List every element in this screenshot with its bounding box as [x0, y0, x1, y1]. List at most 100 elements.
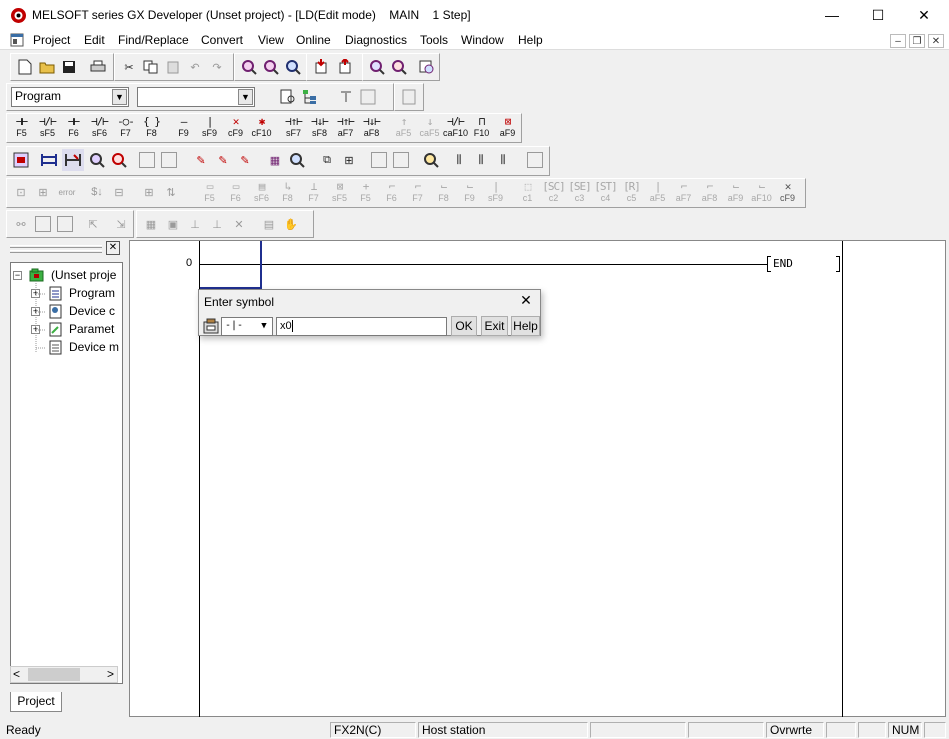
device-batch-button[interactable]: ▦ [264, 149, 286, 171]
sfc-transfer-button[interactable]: $↓ [86, 181, 108, 203]
expand-icon[interactable]: + [31, 325, 40, 334]
cut-button[interactable]: ✂ [118, 56, 140, 78]
sfc-key-f9[interactable]: ⌙ F9 [457, 180, 482, 205]
minimize-button[interactable]: — [809, 0, 855, 30]
maximize-button[interactable]: ☐ [855, 0, 901, 30]
sfc-jump-button[interactable]: ⊞ [32, 181, 54, 203]
sfc-key-c2[interactable]: [SC] c2 [541, 180, 566, 205]
sfc-insert-button[interactable]: ⊥ [184, 213, 206, 235]
ladder-key-af5[interactable]: ↑ aF5 [391, 115, 416, 140]
sfc-key-f7[interactable]: ⊥ F7 [301, 180, 326, 205]
monitor-start-button[interactable] [366, 56, 388, 78]
menu-convert[interactable]: Convert [201, 33, 243, 47]
mdi-restore-button[interactable]: ❐ [909, 34, 925, 48]
tree-item-program[interactable]: + Program [11, 285, 122, 303]
binoculars-button[interactable]: ⚯ [10, 213, 32, 235]
zoom-in-button[interactable] [368, 149, 390, 171]
ladder-key-cf10[interactable]: ✱ cF10 [249, 115, 274, 140]
ok-button[interactable]: OK [451, 316, 477, 336]
menu-diagnostics[interactable]: Diagnostics [345, 33, 407, 47]
sfc-key-af7[interactable]: ⌐ aF7 [671, 180, 696, 205]
cross-ref-list-button[interactable]: ⇲ [110, 213, 132, 235]
sfc-block-button[interactable]: ⊟ [108, 181, 130, 203]
data-type-select[interactable]: Program ▼ [11, 87, 129, 107]
new-file-button[interactable] [14, 56, 36, 78]
monitor-mode-button[interactable] [86, 149, 108, 171]
ladder-key-f7[interactable]: -○- F7 [113, 115, 138, 140]
project-tree-button[interactable] [299, 86, 321, 108]
paste-button[interactable] [162, 56, 184, 78]
ladder-key-f9[interactable]: — F9 [171, 115, 196, 140]
sfc-delete-button[interactable]: ⊥ [206, 213, 228, 235]
jump-button[interactable]: ⇱ [82, 213, 104, 235]
menu-tools[interactable]: Tools [420, 33, 448, 47]
scroll-left-icon[interactable]: < [13, 667, 20, 681]
panel-grip[interactable] [10, 245, 102, 248]
monitor-write-mode-button[interactable] [108, 149, 130, 171]
sfc-key-f8[interactable]: ↳ F8 [275, 180, 300, 205]
display-mode-button[interactable] [158, 149, 180, 171]
sfc-key-af5[interactable]: | aF5 [645, 180, 670, 205]
sfc-key-f5-b[interactable]: + F5 [353, 180, 378, 205]
dialog-close-button[interactable]: ✕ [517, 292, 535, 310]
sfc-zoom-button[interactable]: ▦ [140, 213, 162, 235]
sfc-key-af8[interactable]: ⌐ aF8 [697, 180, 722, 205]
monitor-stop-button[interactable] [388, 56, 410, 78]
alias-display-button[interactable]: ⊞ [338, 149, 360, 171]
collapse-icon[interactable]: − [13, 271, 22, 280]
ladder-key-cf9[interactable]: ✕ cF9 [223, 115, 248, 140]
ladder-key-caf10[interactable]: ⊣/⊢ caF10 [443, 115, 468, 140]
comment-button[interactable] [357, 86, 379, 108]
delete-row-button[interactable]: ⫼ [470, 149, 492, 171]
expand-icon[interactable]: + [31, 289, 40, 298]
sfc-key-f6[interactable]: ▭ F6 [223, 180, 248, 205]
sfc-key-f7-b[interactable]: ⌐ F7 [405, 180, 430, 205]
sfc-key-c5[interactable]: [R] c5 [619, 180, 644, 205]
ladder-key-af8[interactable]: ⊣↓⊢ aF8 [359, 115, 384, 140]
menu-find-replace[interactable]: Find/Replace [118, 33, 189, 47]
mdi-close-button[interactable]: ✕ [928, 34, 944, 48]
sfc-cut-button[interactable]: ✕ [228, 213, 250, 235]
tab-project[interactable]: Project [10, 692, 62, 712]
hand-tool-button[interactable]: ✋ [280, 213, 302, 235]
symbol-type-select[interactable]: -|- ▼ [221, 317, 273, 336]
find-instruction-button[interactable] [260, 56, 282, 78]
read-mode-button[interactable] [136, 149, 158, 171]
insert-column-button[interactable]: ⫼ [492, 149, 514, 171]
device-list-button[interactable] [398, 86, 420, 108]
tree-horizontal-scrollbar[interactable]: < > [10, 666, 118, 683]
find-character-button[interactable] [282, 56, 304, 78]
ladder-mode-button[interactable] [38, 149, 60, 171]
expand-icon[interactable]: + [31, 307, 40, 316]
open-button[interactable] [36, 56, 58, 78]
sfc-key-f5[interactable]: ▭ F5 [197, 180, 222, 205]
menu-window[interactable]: Window [461, 33, 504, 47]
tree-item-device-memory[interactable]: Device m [11, 339, 122, 357]
symbol-list-icon[interactable] [203, 318, 219, 334]
ladder-key-sf5[interactable]: ⊣/⊢ sF5 [35, 115, 60, 140]
ladder-key-f6[interactable]: ⊣⊢ F6 [61, 115, 86, 140]
entry-data-monitor-button[interactable] [416, 56, 438, 78]
mdi-minimize-button[interactable]: – [890, 34, 906, 48]
instruction-input[interactable]: x0 [276, 317, 447, 336]
edit-cursor[interactable] [200, 241, 262, 289]
sfc-step-button[interactable]: ⊡ [10, 181, 32, 203]
edit-mode-button[interactable] [62, 149, 84, 171]
sfc-key-sf9[interactable]: | sF9 [483, 180, 508, 205]
sfc-key-c3[interactable]: [SE] c3 [567, 180, 592, 205]
program-select[interactable]: ▼ [137, 87, 255, 107]
print-button[interactable] [87, 56, 109, 78]
tree-root[interactable]: − (Unset proje [11, 267, 122, 285]
comment-edit-button[interactable]: ✎ [212, 149, 234, 171]
sfc-block-info-button[interactable]: ▣ [162, 213, 184, 235]
panel-close-button[interactable]: ✕ [106, 241, 120, 255]
statement-edit-button[interactable]: ✎ [234, 149, 256, 171]
menu-online[interactable]: Online [296, 33, 331, 47]
sample-trace-button[interactable] [524, 149, 546, 171]
sfc-key-cf9[interactable]: ✕ cF9 [775, 180, 800, 205]
read-from-plc-button[interactable] [334, 56, 356, 78]
exit-button[interactable]: Exit [481, 316, 508, 336]
help-button[interactable]: Help [511, 316, 540, 336]
sfc-print-button[interactable]: ▤ [258, 213, 280, 235]
tree-item-device-comment[interactable]: + Device c [11, 303, 122, 321]
